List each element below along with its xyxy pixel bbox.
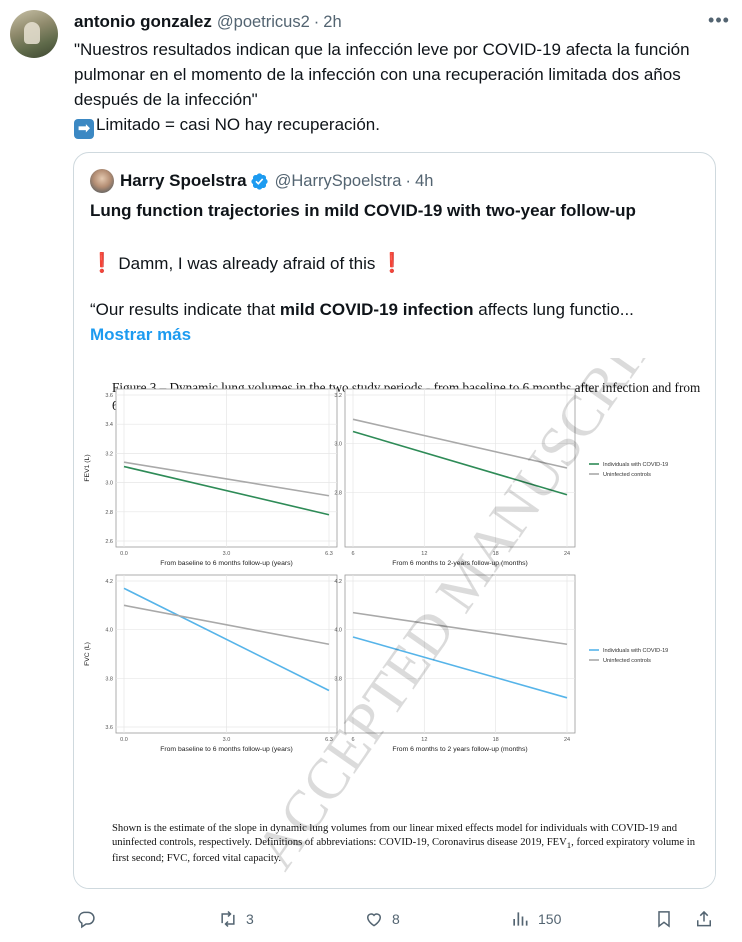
bookmark-button[interactable] — [654, 904, 674, 934]
y-tick-label: 2.6 — [105, 539, 113, 545]
views-icon — [513, 912, 528, 926]
y-axis-label: FEV1 (L) — [84, 454, 91, 481]
y-tick-label: 3.0 — [334, 442, 342, 448]
quoted-tweet-time[interactable]: 4h — [415, 172, 433, 191]
y-tick-label: 3.2 — [334, 393, 342, 399]
legend-entry: Uninfected controls — [603, 658, 651, 664]
y-tick-label: 3.8 — [334, 676, 342, 682]
x-tick-label: 6.3 — [325, 551, 333, 557]
y-tick-label: 3.4 — [105, 422, 113, 428]
author-avatar[interactable] — [10, 10, 58, 58]
ellipsis-icon: ••• — [708, 10, 730, 30]
like-count: 8 — [392, 911, 400, 927]
x-tick-label: 6 — [351, 551, 354, 557]
legend-entry: Uninfected controls — [603, 472, 651, 478]
retweet-button[interactable]: 3 — [218, 904, 254, 934]
x-tick-label: 3.0 — [223, 551, 231, 557]
tweet-text-line2: ➡ Limitado = casi NO hay recuperación. — [74, 112, 724, 139]
tweet-header: antonio gonzalez @poetricus2 · 2h — [74, 11, 722, 33]
y-tick-label: 3.0 — [105, 481, 113, 487]
exclamation-icon: ❗ — [90, 253, 114, 274]
tweet-text-conclusion: Limitado = casi NO hay recuperación. — [96, 115, 380, 134]
y-tick-label: 4.0 — [334, 628, 342, 634]
author-name[interactable]: antonio gonzalez — [74, 12, 212, 32]
x-tick-label: 0.0 — [120, 737, 128, 743]
quoted-text-bold: mild COVID-19 infection — [279, 300, 474, 319]
heart-icon — [366, 913, 382, 927]
y-tick-label: 3.6 — [105, 393, 113, 399]
x-tick-label: 3.0 — [223, 737, 231, 743]
quoted-tweet-header: Harry Spoelstra @HarrySpoelstra · 4h — [90, 169, 433, 193]
tweet[interactable]: antonio gonzalez @poetricus2 · 2h ••• "N… — [0, 0, 742, 942]
x-tick-label: 12 — [421, 737, 427, 743]
more-options-button[interactable]: ••• — [706, 9, 732, 35]
verified-badge-icon — [251, 172, 268, 190]
exclamation-icon: ❗ — [380, 253, 404, 274]
quoted-header-separator: · — [405, 171, 412, 190]
y-tick-label: 4.2 — [334, 579, 342, 585]
x-axis-label: From baseline to 6 months follow-up (yea… — [160, 746, 293, 753]
x-tick-label: 18 — [493, 737, 499, 743]
tweet-time[interactable]: 2h — [323, 13, 341, 32]
y-tick-label: 3.8 — [105, 676, 113, 682]
quoted-text-prefix: “Our results indicate that — [90, 300, 280, 319]
y-tick-label: 2.8 — [334, 490, 342, 496]
quoted-tweet[interactable]: Harry Spoelstra @HarrySpoelstra · 4h Lun… — [73, 152, 716, 889]
quoted-author-handle[interactable]: @HarrySpoelstra — [275, 172, 402, 191]
quoted-tweet-remark: Damm, I was already afraid of this — [113, 254, 381, 273]
right-arrow-icon: ➡ — [74, 119, 94, 139]
x-tick-label: 12 — [421, 551, 427, 557]
figure-image[interactable]: Figure 3 – Dynamic lung volumes in the t… — [75, 358, 715, 888]
header-separator: · — [313, 12, 320, 31]
share-icon — [697, 910, 711, 927]
views-button[interactable]: 150 — [510, 904, 561, 934]
x-tick-label: 24 — [564, 551, 570, 557]
views-count: 150 — [538, 911, 562, 927]
reply-button[interactable] — [76, 904, 96, 934]
figure-charts: 0.0 3.0 6.3 2.6 2.8 3.0 3.2 3.4 3.6 From baseline… — [84, 358, 690, 880]
x-axis-label: From 6 months to 2 years follow-up (mont… — [392, 746, 527, 753]
quoted-text-suffix: affects lung functio... — [473, 300, 634, 319]
y-tick-label: 3.2 — [105, 451, 113, 457]
y-tick-label: 4.2 — [105, 579, 113, 585]
like-button[interactable]: 8 — [364, 904, 400, 934]
quoted-tweet-line3: “Our results indicate that mild COVID-19… — [90, 300, 634, 320]
retweet-icon — [221, 910, 235, 928]
tweet-text: "Nuestros resultados indican que la infe… — [74, 37, 724, 139]
y-axis-label: FVC (L) — [84, 642, 91, 666]
figure-caption-notes: Shown is the estimate of the slope in dy… — [112, 822, 702, 866]
tweet-actions: 3 8 150 — [74, 904, 724, 934]
quoted-author-avatar[interactable] — [90, 169, 114, 193]
legend-entry: Individuals with COVID-19 — [603, 462, 668, 468]
quoted-author-name[interactable]: Harry Spoelstra — [120, 171, 247, 191]
quoted-tweet-line2: ❗ Damm, I was already afraid of this ❗ — [90, 251, 404, 275]
legend-entry: Individuals with COVID-19 — [603, 648, 668, 654]
y-tick-label: 3.6 — [105, 725, 113, 731]
author-handle[interactable]: @poetricus2 — [217, 13, 310, 32]
x-axis-label: From baseline to 6 months follow-up (yea… — [160, 560, 293, 567]
show-more-link[interactable]: Mostrar más — [90, 325, 191, 345]
tweet-text-quote: "Nuestros resultados indican que la infe… — [74, 40, 690, 109]
x-tick-label: 24 — [564, 737, 570, 743]
y-tick-label: 2.8 — [105, 510, 113, 516]
reply-icon — [78, 911, 95, 929]
bookmark-icon — [658, 911, 670, 928]
share-button[interactable] — [694, 904, 714, 934]
retweet-count: 3 — [246, 911, 254, 927]
x-tick-label: 0.0 — [120, 551, 128, 557]
y-tick-label: 4.0 — [105, 628, 113, 634]
quoted-tweet-title: Lung function trajectories in mild COVID… — [90, 201, 636, 220]
